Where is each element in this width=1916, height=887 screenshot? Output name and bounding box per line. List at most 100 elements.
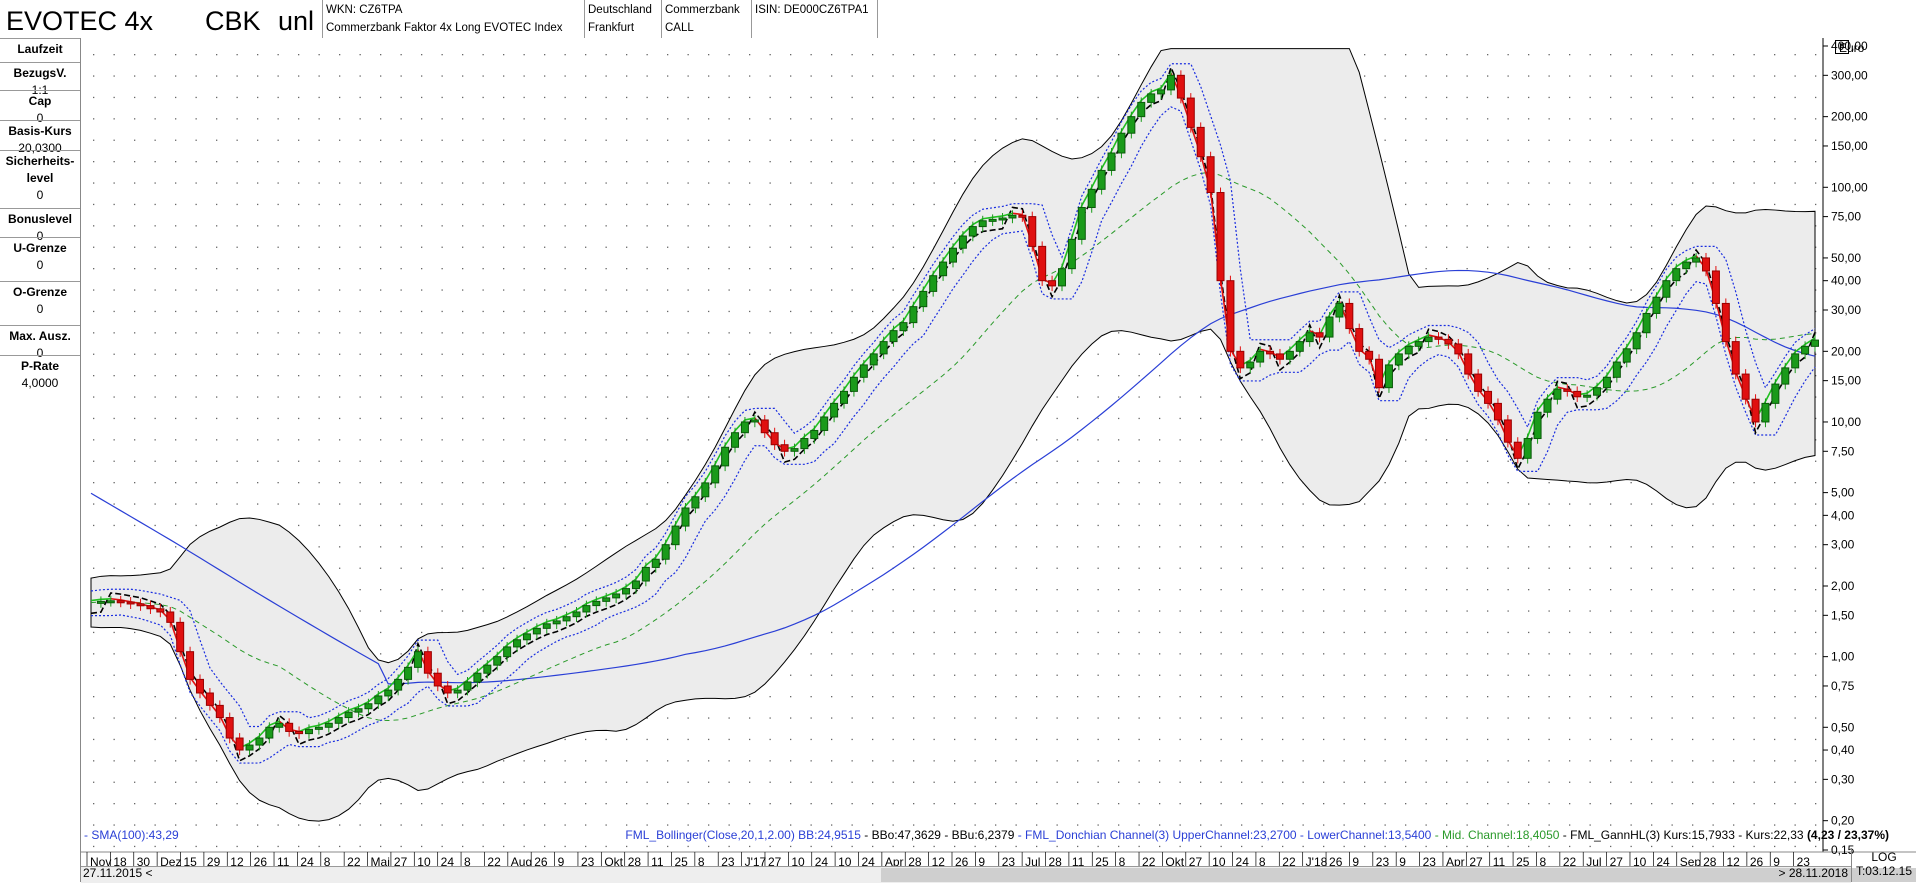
grid-dot [1220,803,1222,805]
candle-body [324,722,333,728]
grid-dot [154,246,156,248]
grid-dot [482,182,484,184]
grid-dot [1610,118,1612,120]
grid-dot [667,781,669,783]
grid-dot [831,268,833,270]
grid-dot [708,203,710,206]
grid-dot [954,653,956,655]
grid-dot [339,482,341,484]
grid-dot [359,289,361,291]
y-tick-label: 0,20 [1831,814,1855,828]
grid-dot [380,503,382,505]
grid-dot [503,760,505,762]
grid-dot [974,781,976,783]
grid-dot [195,161,197,163]
candle-body [195,678,204,694]
grid-dot [1036,567,1038,569]
grid-dot [1036,803,1038,805]
grid-dot [1712,589,1714,591]
grid-dot [1794,781,1796,783]
grid-dot [1733,161,1735,163]
grid-dot [687,96,689,99]
grid-dot [1241,631,1243,634]
scrollbar-thumb[interactable] [881,868,1916,882]
grid-dot [462,268,464,270]
grid-dot [646,246,648,248]
grid-dot [1159,589,1161,591]
grid-dot [1118,96,1120,99]
candle-body [374,695,383,705]
grid-dot [134,653,136,655]
grid-dot [1323,610,1325,612]
candle-body [483,664,492,674]
grid-dot [175,75,177,77]
chart-area[interactable]: Euro 400,00 300,00 200,00 150,00 100,00 75,00 5… [81,38,1916,882]
grid-dot [1077,96,1079,99]
grid-dot [1712,653,1714,655]
scale-corner[interactable]: LOG T:03.12.15 [1851,848,1916,882]
grid-dot [1589,674,1591,676]
grid-dot [626,139,628,141]
grid-dot [749,717,751,719]
grid-dot [708,289,710,291]
candle-body [1444,338,1453,345]
grid-dot [1507,139,1509,141]
grid-dot [1630,75,1632,77]
grid-dot [1651,738,1653,741]
candle-body [285,722,294,732]
grid-dot [421,460,423,462]
grid-dot [1138,482,1140,484]
price-chart[interactable]: Euro400,00300,00200,00150,00100,0075,005… [81,38,1916,882]
market-cell: Deutschland Frankfurt [585,0,662,38]
grid-dot [1671,161,1673,163]
scale-mode[interactable]: LOG [1852,850,1916,864]
grid-dot [872,225,874,227]
issuer-short: CBK [205,6,261,36]
scroll-left-arrow[interactable]: < [146,866,153,880]
grid-dot [154,268,156,270]
legend-mid: - Mid. Channel:18,4050 [1434,828,1560,842]
grid-dot [154,54,156,56]
grid-dot [1323,696,1325,698]
grid-dot [646,845,648,848]
grid-dot [1056,546,1058,548]
grid-dot [503,353,505,355]
grid-dot [113,417,115,420]
grid-dot [1302,803,1304,805]
grid-dot [1343,760,1345,762]
grid-dot [995,54,997,56]
grid-dot [1446,524,1448,527]
start-date: 27.11.2015 < [83,866,153,880]
grid-dot [728,203,730,206]
grid-dot [523,289,525,291]
candle-body [1137,101,1146,118]
grid-dot [995,674,997,676]
grid-dot [462,161,464,163]
grid-dot [1794,118,1796,120]
grid-dot [1425,75,1427,77]
candle-body [1236,350,1245,369]
grid-dot [1405,75,1407,77]
grid-dot [1466,96,1468,99]
grid-dot [523,460,525,462]
grid-dot [1794,182,1796,184]
grid-dot [93,781,95,783]
grid-dot [1753,845,1755,848]
grid-dot [1364,803,1366,805]
close-icon[interactable]: × [1835,40,1849,54]
grid-dot [1466,696,1468,698]
grid-dot [216,225,218,227]
grid-dot [523,203,525,206]
grid-dot [195,182,197,184]
grid-dot [1241,845,1243,848]
candle-body [542,623,551,629]
grid-dot [1671,631,1673,634]
grid-dot [1487,567,1489,569]
grid-dot [974,845,976,848]
time-scrollbar[interactable] [81,866,1916,883]
grid-dot [544,75,546,77]
candle-body [136,603,145,607]
grid-dot [1774,653,1776,655]
grid-dot [995,503,997,505]
title-cell: EVOTEC 4x CBK unl [0,0,323,38]
